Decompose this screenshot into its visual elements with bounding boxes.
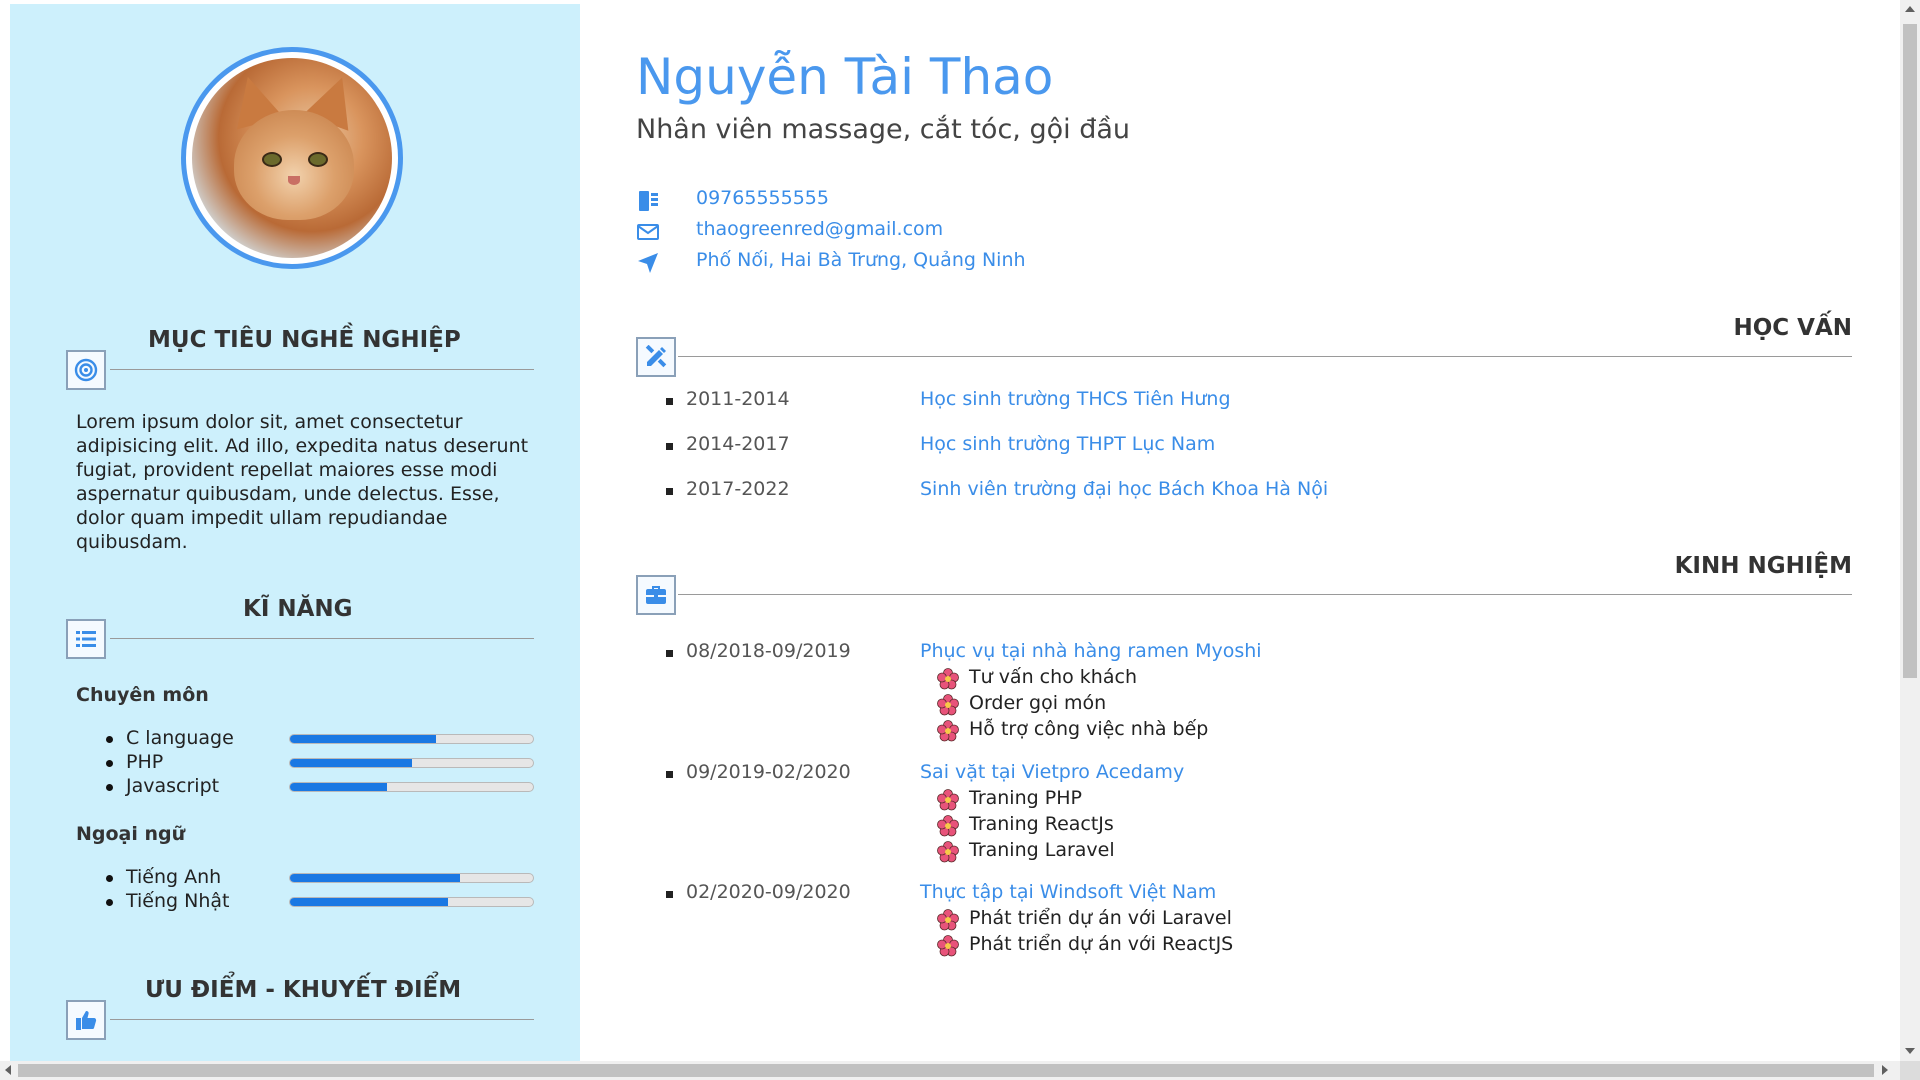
- professional-skills-title: Chuyên môn: [76, 684, 209, 706]
- skill-label: C language: [126, 727, 234, 749]
- job-title: Nhân viên massage, cắt tóc, gội đầu: [636, 114, 1130, 145]
- hibiscus-icon: [937, 841, 959, 863]
- experience-period: 08/2018-09/2019: [686, 640, 851, 662]
- contact-email: thaogreenred@gmail.com: [636, 218, 1236, 246]
- skill-row: C language: [76, 727, 536, 751]
- skill-row: Tiếng Nhật: [76, 890, 536, 914]
- skill-label: PHP: [126, 751, 164, 773]
- task-text: Tư vấn cho khách: [969, 666, 1137, 688]
- divider: [678, 594, 1852, 595]
- education-years: 2017-2022: [686, 478, 790, 500]
- phone-icon: [639, 191, 658, 211]
- envelope-icon: [637, 224, 659, 240]
- divider: [678, 356, 1852, 357]
- education-item: 2017-2022 Sinh viên trường đại học Bách …: [666, 478, 1566, 506]
- skill-bar: [289, 734, 534, 744]
- task-text: Phát triển dự án với ReactJS: [969, 933, 1234, 955]
- task-text: Traning Laravel: [969, 839, 1115, 861]
- skill-bar: [289, 897, 534, 907]
- skill-fill: [290, 898, 448, 906]
- location-arrow-icon: [638, 253, 658, 273]
- contact-address: Phố Nối, Hai Bà Trưng, Quảng Ninh: [636, 249, 1236, 277]
- contact-phone: 09765555555: [636, 187, 1236, 215]
- hibiscus-icon: [937, 789, 959, 811]
- education-school: Sinh viên trường đại học Bách Khoa Hà Nộ…: [920, 478, 1329, 500]
- skill-label: Tiếng Nhật: [126, 890, 230, 912]
- address-link[interactable]: Phố Nối, Hai Bà Trưng, Quảng Ninh: [696, 249, 1026, 271]
- thumbs-up-icon: [66, 1000, 106, 1040]
- horizontal-scroll-thumb[interactable]: [18, 1064, 1874, 1077]
- education-school: Học sinh trường THPT Lục Nam: [920, 433, 1216, 455]
- experience-period: 09/2019-02/2020: [686, 761, 851, 783]
- phone-link[interactable]: 09765555555: [696, 187, 829, 209]
- horizontal-scrollbar[interactable]: [0, 1061, 1900, 1080]
- hibiscus-icon: [937, 815, 959, 837]
- education-item: 2011-2014 Học sinh trường THCS Tiên Hưng: [666, 388, 1566, 416]
- skill-label: Javascript: [126, 775, 220, 797]
- skill-fill: [290, 874, 461, 882]
- education-title: HỌC VẤN: [1733, 315, 1852, 341]
- education-years: 2011-2014: [686, 388, 790, 410]
- education-school: Học sinh trường THCS Tiên Hưng: [920, 388, 1231, 410]
- skill-row: Tiếng Anh: [76, 866, 536, 890]
- vertical-scrollbar[interactable]: [1900, 0, 1920, 1061]
- hibiscus-icon: [937, 720, 959, 742]
- cat-photo: [192, 58, 392, 258]
- skills-title: KĨ NĂNG: [243, 596, 353, 622]
- email-link[interactable]: thaogreenred@gmail.com: [696, 218, 943, 240]
- page-title: Nguyễn Tài Thao: [636, 48, 1054, 106]
- pencil-ruler-icon: [636, 337, 676, 377]
- hibiscus-icon: [937, 694, 959, 716]
- briefcase-icon: [636, 575, 676, 615]
- target-icon: [66, 350, 106, 390]
- scroll-left-icon[interactable]: [5, 1065, 11, 1075]
- divider: [110, 369, 534, 370]
- experience-title: Sai vặt tại Vietpro Acedamy: [920, 761, 1185, 783]
- task-text: Hỗ trợ công việc nhà bếp: [969, 718, 1209, 740]
- skill-fill: [290, 735, 436, 743]
- experience-period: 02/2020-09/2020: [686, 881, 851, 903]
- task-text: Traning ReactJs: [969, 813, 1114, 835]
- objective-text: Lorem ipsum dolor sit, amet consectetur …: [76, 411, 529, 553]
- sidebar: MỤC TIÊU NGHỀ NGHIỆP Lorem ipsum dolor s…: [10, 4, 580, 1061]
- education-years: 2014-2017: [686, 433, 790, 455]
- resume-page: MỤC TIÊU NGHỀ NGHIỆP Lorem ipsum dolor s…: [0, 0, 1898, 1061]
- language-skills-title: Ngoại ngữ: [76, 823, 186, 845]
- task-text: Phát triển dự án với Laravel: [969, 907, 1232, 929]
- vertical-scroll-thumb[interactable]: [1903, 24, 1917, 678]
- experience-title: Thực tập tại Windsoft Việt Nam: [920, 881, 1217, 903]
- divider: [110, 1019, 534, 1020]
- experience-title: KINH NGHIỆM: [1674, 553, 1852, 579]
- skill-bar: [289, 873, 534, 883]
- skill-fill: [290, 783, 388, 791]
- objective-title: MỤC TIÊU NGHỀ NGHIỆP: [148, 327, 461, 353]
- skill-bar: [289, 782, 534, 792]
- hibiscus-icon: [937, 909, 959, 931]
- task-text: Traning PHP: [969, 787, 1082, 809]
- scroll-up-icon[interactable]: [1905, 6, 1915, 12]
- skill-row: Javascript: [76, 775, 536, 799]
- hibiscus-icon: [937, 935, 959, 957]
- scrollbar-corner: [1900, 1061, 1920, 1080]
- skill-label: Tiếng Anh: [126, 866, 222, 888]
- scroll-down-icon[interactable]: [1905, 1048, 1915, 1054]
- divider: [110, 638, 534, 639]
- experience-item: 08/2018-09/2019 Phục vụ tại nhà hàng ram…: [666, 640, 1566, 668]
- experience-title: Phục vụ tại nhà hàng ramen Myoshi: [920, 640, 1262, 662]
- hibiscus-icon: [937, 668, 959, 690]
- education-item: 2014-2017 Học sinh trường THPT Lục Nam: [666, 433, 1566, 461]
- skill-bar: [289, 758, 534, 768]
- experience-item: 02/2020-09/2020 Thực tập tại Windsoft Vi…: [666, 881, 1566, 909]
- skill-row: PHP: [76, 751, 536, 775]
- skill-fill: [290, 759, 412, 767]
- list-icon: [66, 619, 106, 659]
- task-text: Order gọi món: [969, 692, 1107, 714]
- experience-item: 09/2019-02/2020 Sai vặt tại Vietpro Aced…: [666, 761, 1566, 789]
- strengths-title: ƯU ĐIỂM - KHUYẾT ĐIỂM: [145, 977, 462, 1003]
- scroll-right-icon[interactable]: [1882, 1065, 1888, 1075]
- avatar: [181, 47, 403, 269]
